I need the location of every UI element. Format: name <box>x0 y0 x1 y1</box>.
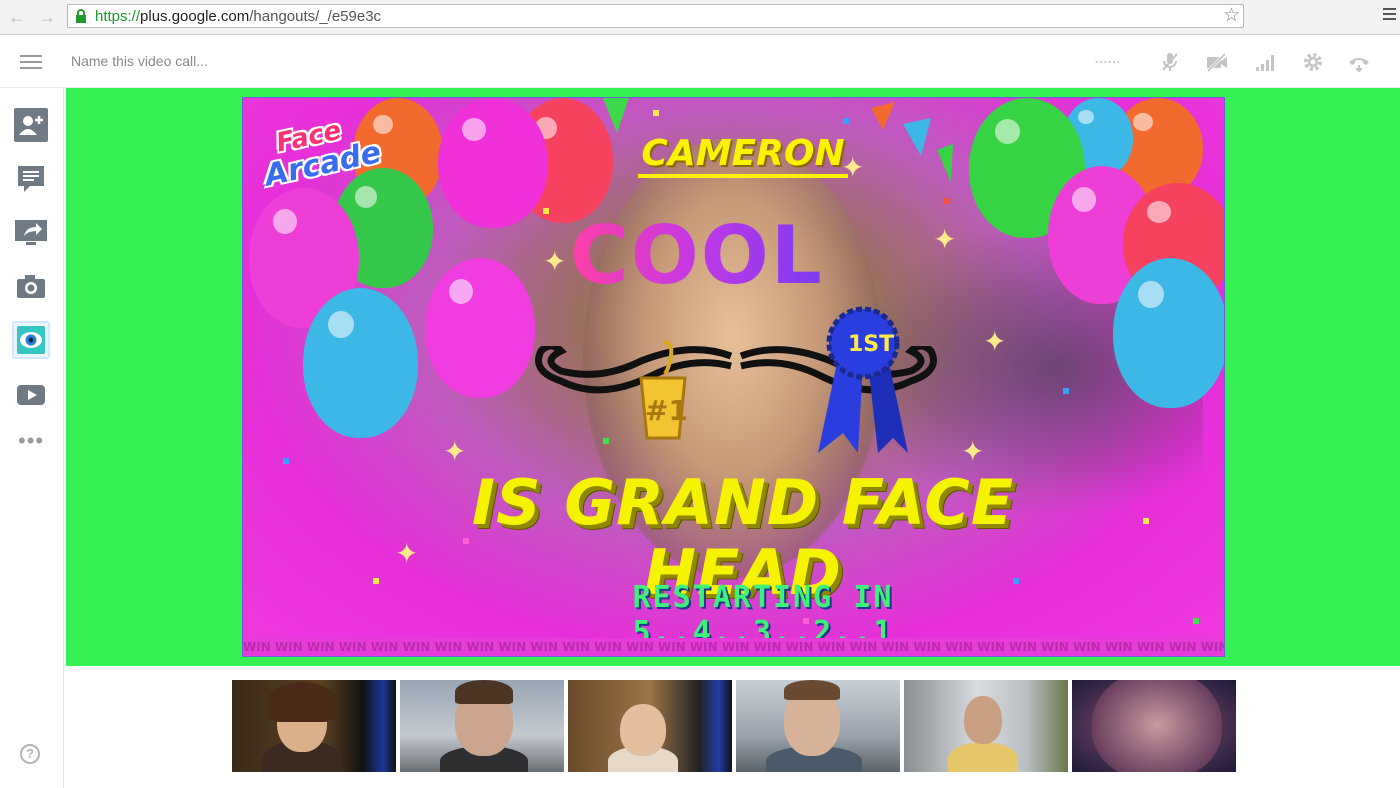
participant-thumbnail-5[interactable] <box>904 680 1068 772</box>
sparkle: ✦ <box>961 436 985 467</box>
settings-gear-icon[interactable] <box>1301 50 1325 74</box>
call-name-input[interactable] <box>71 53 471 69</box>
screenshare-icon[interactable] <box>12 214 50 252</box>
hamburger-menu-icon[interactable] <box>20 55 42 73</box>
balloon <box>438 98 548 228</box>
snapshot-camera-icon[interactable] <box>12 268 50 306</box>
browser-menu-icon[interactable] <box>1383 8 1396 26</box>
sparkle: ✦ <box>543 246 567 277</box>
confetti <box>1063 388 1069 394</box>
winner-name: CAMERON <box>638 134 848 178</box>
balloon <box>425 258 535 398</box>
camera-off-icon[interactable] <box>1205 50 1229 74</box>
main-stage: ✦ ✦ ✦ ✦ ✦ ✦ ✦ Face Arcade CAMERON COOL #… <box>66 88 1400 666</box>
signal-dots-icon[interactable] <box>1095 50 1120 74</box>
participant-thumbnail-3[interactable] <box>568 680 732 772</box>
chat-icon[interactable] <box>12 160 50 198</box>
confetti <box>943 198 949 204</box>
win-banner-strip: WIN WIN WIN WIN WIN WIN WIN WIN WIN WIN … <box>243 638 1224 656</box>
bookmark-star-icon[interactable]: ☆ <box>1223 6 1240 26</box>
main-video-feed[interactable]: ✦ ✦ ✦ ✦ ✦ ✦ ✦ Face Arcade CAMERON COOL #… <box>242 97 1225 657</box>
confetti <box>283 458 289 464</box>
mute-mic-icon[interactable] <box>1158 50 1182 74</box>
balloon <box>1113 258 1224 408</box>
face-arcade-app-icon[interactable] <box>12 321 50 359</box>
help-icon[interactable]: ? <box>20 744 40 764</box>
sparkle: ✦ <box>983 326 1007 357</box>
lock-icon <box>76 9 86 23</box>
first-place-ribbon: 1ST <box>818 306 908 453</box>
url-text: https://plus.google.com/hangouts/_/e59e3… <box>95 8 382 25</box>
medal-text: #1 <box>645 394 688 427</box>
confetti <box>543 208 549 214</box>
number-one-medal: #1 <box>639 340 688 440</box>
hangout-toolbar <box>0 35 1400 88</box>
browser-toolbar: ← → https://plus.google.com/hangouts/_/e… <box>0 0 1400 35</box>
participant-thumbnail-1[interactable] <box>232 680 396 772</box>
address-bar[interactable]: https://plus.google.com/hangouts/_/e59e3… <box>67 4 1244 28</box>
add-people-icon[interactable] <box>12 106 50 144</box>
sparkle: ✦ <box>933 224 957 255</box>
youtube-icon[interactable] <box>12 376 50 414</box>
back-arrow-icon[interactable]: ← <box>6 6 28 28</box>
ribbon-text: 1ST <box>848 332 894 357</box>
participant-filmstrip <box>232 680 1236 772</box>
confetti <box>373 578 379 584</box>
participant-thumbnail-6[interactable] <box>1072 680 1236 772</box>
participant-thumbnail-2[interactable] <box>400 680 564 772</box>
balloon <box>303 288 418 438</box>
cool-glasses: COOL <box>570 209 824 302</box>
bandwidth-icon[interactable] <box>1254 50 1278 74</box>
apps-sidebar: ••• ? <box>0 88 64 788</box>
more-apps-icon[interactable]: ••• <box>18 430 44 452</box>
forward-arrow-icon[interactable]: → <box>36 6 58 28</box>
participant-thumbnail-4[interactable] <box>736 680 900 772</box>
confetti <box>1193 618 1199 624</box>
hang-up-icon[interactable] <box>1347 50 1371 74</box>
sparkle: ✦ <box>443 436 467 467</box>
confetti <box>1143 518 1149 524</box>
